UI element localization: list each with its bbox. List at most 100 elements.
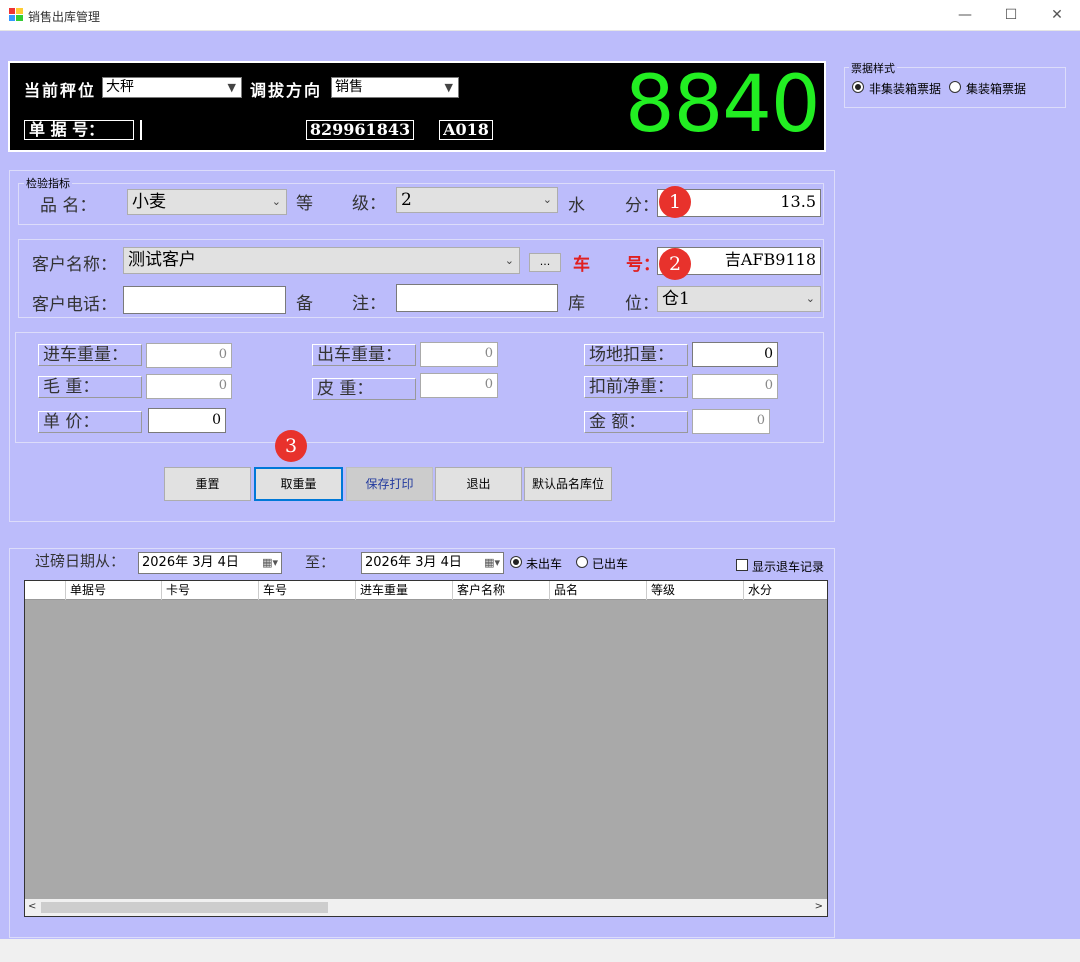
customer-name-label: 客户名称： — [32, 255, 117, 275]
horizontal-scrollbar[interactable]: < > — [25, 899, 827, 916]
ticket-style-non-container-radio[interactable] — [852, 81, 864, 93]
unit-price-label: 单 价： — [38, 411, 142, 433]
chevron-down-icon: ⌄ — [542, 193, 552, 206]
direction-label: 调拔方向 — [250, 81, 323, 100]
warehouse-select[interactable]: 仓1 ⌄ — [657, 286, 821, 312]
scale-label: 当前秤位 — [24, 81, 97, 100]
show-return-checkbox[interactable] — [736, 559, 748, 571]
maximize-button[interactable]: ☐ — [988, 0, 1034, 31]
site-deduct-input[interactable]: 0 — [692, 342, 778, 367]
table-header: 单据号 卡号 车号 进车重量 客户名称 品名 等级 水分 — [25, 581, 827, 600]
column-header[interactable]: 水分 — [743, 581, 772, 600]
exit-button[interactable]: 退出 — [435, 467, 522, 501]
ticket-style-container-radio[interactable] — [949, 81, 961, 93]
pre-net-weight-field[interactable]: 0 — [692, 374, 778, 399]
ticket-style-option1-label[interactable]: 非集装箱票据 — [869, 80, 941, 97]
not-out-radio[interactable] — [510, 556, 522, 568]
tare-weight-label: 皮 重： — [312, 378, 416, 400]
customer-browse-button[interactable]: ... — [529, 253, 561, 272]
remark-label-suffix: 注： — [352, 294, 386, 314]
remark-label: 备 — [296, 294, 313, 314]
scale-select[interactable]: 大秤 ▼ — [102, 77, 242, 98]
column-header[interactable]: 卡号 — [161, 581, 190, 600]
inspection-group-label: 检验指标 — [24, 175, 72, 191]
calendar-icon: ▦▾ — [484, 556, 500, 569]
direction-select[interactable]: 销售 ▼ — [331, 77, 459, 98]
grade-select[interactable]: 2 ⌄ — [396, 187, 558, 213]
get-weight-button[interactable]: 取重量 — [254, 467, 343, 501]
column-header[interactable]: 单据号 — [65, 581, 106, 600]
title-bar: 销售出库管理 — ☐ ✕ — [0, 0, 1080, 31]
in-weight-field[interactable]: 0 — [146, 343, 232, 368]
ticket-style-title: 票据样式 — [849, 60, 897, 76]
site-deduct-label: 场地扣量： — [584, 344, 688, 366]
gross-weight-field[interactable]: 0 — [146, 374, 232, 399]
app-icon — [9, 8, 23, 21]
direction-value: 销售 — [335, 79, 363, 95]
save-print-button[interactable]: 保存打印 — [346, 467, 433, 501]
show-return-label[interactable]: 显示退车记录 — [752, 558, 824, 575]
column-header[interactable]: 进车重量 — [355, 581, 408, 600]
weight-readout: 8840 — [625, 60, 821, 150]
moisture-label: 水 — [568, 196, 585, 216]
column-header[interactable]: 品名 — [549, 581, 578, 600]
plate-label-suffix: 号： — [626, 255, 660, 275]
chevron-down-icon: ▼ — [227, 81, 236, 94]
chevron-down-icon: ⌄ — [504, 254, 514, 267]
warehouse-label-suffix: 位： — [625, 294, 659, 314]
out-weight-field[interactable]: 0 — [420, 342, 498, 367]
amount-field[interactable]: 0 — [692, 409, 770, 434]
date-to-value: 2026年 3月 4日 — [365, 555, 462, 570]
in-weight-label: 进车重量： — [38, 344, 142, 366]
gross-weight-label: 毛 重： — [38, 376, 142, 398]
date-to-label: 至： — [305, 553, 336, 571]
scale-value: 大秤 — [106, 79, 134, 95]
records-table[interactable]: 单据号 卡号 车号 进车重量 客户名称 品名 等级 水分 < > — [24, 580, 828, 917]
annotation-badge-1: 1 — [659, 186, 691, 218]
unit-price-input[interactable]: 0 — [148, 408, 226, 433]
product-select[interactable]: 小麦 ⌄ — [127, 189, 287, 215]
column-header[interactable]: 车号 — [258, 581, 287, 600]
doc-number-label: 单 据 号： — [24, 120, 134, 140]
doc-number: 829961843 — [306, 120, 414, 140]
default-location-button[interactable]: 默认品名库位 — [524, 467, 612, 501]
out-weight-label: 出车重量： — [312, 344, 416, 366]
annotation-badge-2: 2 — [659, 248, 691, 280]
column-header[interactable]: 等级 — [646, 581, 675, 600]
chevron-down-icon: ⌄ — [271, 195, 281, 208]
remark-input[interactable] — [396, 284, 558, 312]
out-radio[interactable] — [576, 556, 588, 568]
date-from-label: 过磅日期从： — [35, 552, 126, 570]
close-button[interactable]: ✕ — [1034, 0, 1080, 31]
plate-label: 车 — [573, 255, 590, 275]
pre-net-weight-label: 扣前净重： — [584, 376, 688, 398]
tare-weight-field[interactable]: 0 — [420, 373, 498, 398]
warehouse-label: 库 — [568, 294, 585, 314]
minimize-button[interactable]: — — [942, 0, 988, 31]
window-title: 销售出库管理 — [28, 10, 101, 24]
not-out-label[interactable]: 未出车 — [526, 555, 562, 572]
ticket-style-option2-label[interactable]: 集装箱票据 — [966, 80, 1026, 97]
date-to-picker[interactable]: 2026年 3月 4日 ▦▾ — [361, 552, 504, 574]
chevron-down-icon: ▼ — [444, 81, 453, 94]
out-label[interactable]: 已出车 — [592, 555, 628, 572]
moisture-label-suffix: 分： — [625, 196, 659, 216]
date-from-picker[interactable]: 2026年 3月 4日 ▦▾ — [138, 552, 282, 574]
annotation-badge-3: 3 — [275, 430, 307, 462]
product-label: 品 名： — [40, 196, 97, 216]
scroll-left-icon[interactable]: < — [28, 901, 36, 912]
scrollbar-thumb[interactable] — [41, 902, 328, 913]
column-header[interactable]: 客户名称 — [452, 581, 505, 600]
customer-phone-input[interactable] — [123, 286, 286, 314]
chevron-down-icon: ⌄ — [805, 292, 815, 305]
amount-label: 金 额： — [584, 411, 688, 433]
warehouse-value: 仓1 — [662, 289, 690, 309]
scroll-right-icon[interactable]: > — [815, 901, 823, 912]
customer-name-value: 测试客户 — [128, 250, 196, 270]
text-cursor — [140, 120, 142, 140]
reset-button[interactable]: 重置 — [164, 467, 251, 501]
grade-label: 等 — [296, 194, 313, 214]
status-bar — [0, 939, 1080, 962]
grade-label-suffix: 级： — [352, 194, 386, 214]
customer-name-select[interactable]: 测试客户 ⌄ — [123, 247, 520, 274]
